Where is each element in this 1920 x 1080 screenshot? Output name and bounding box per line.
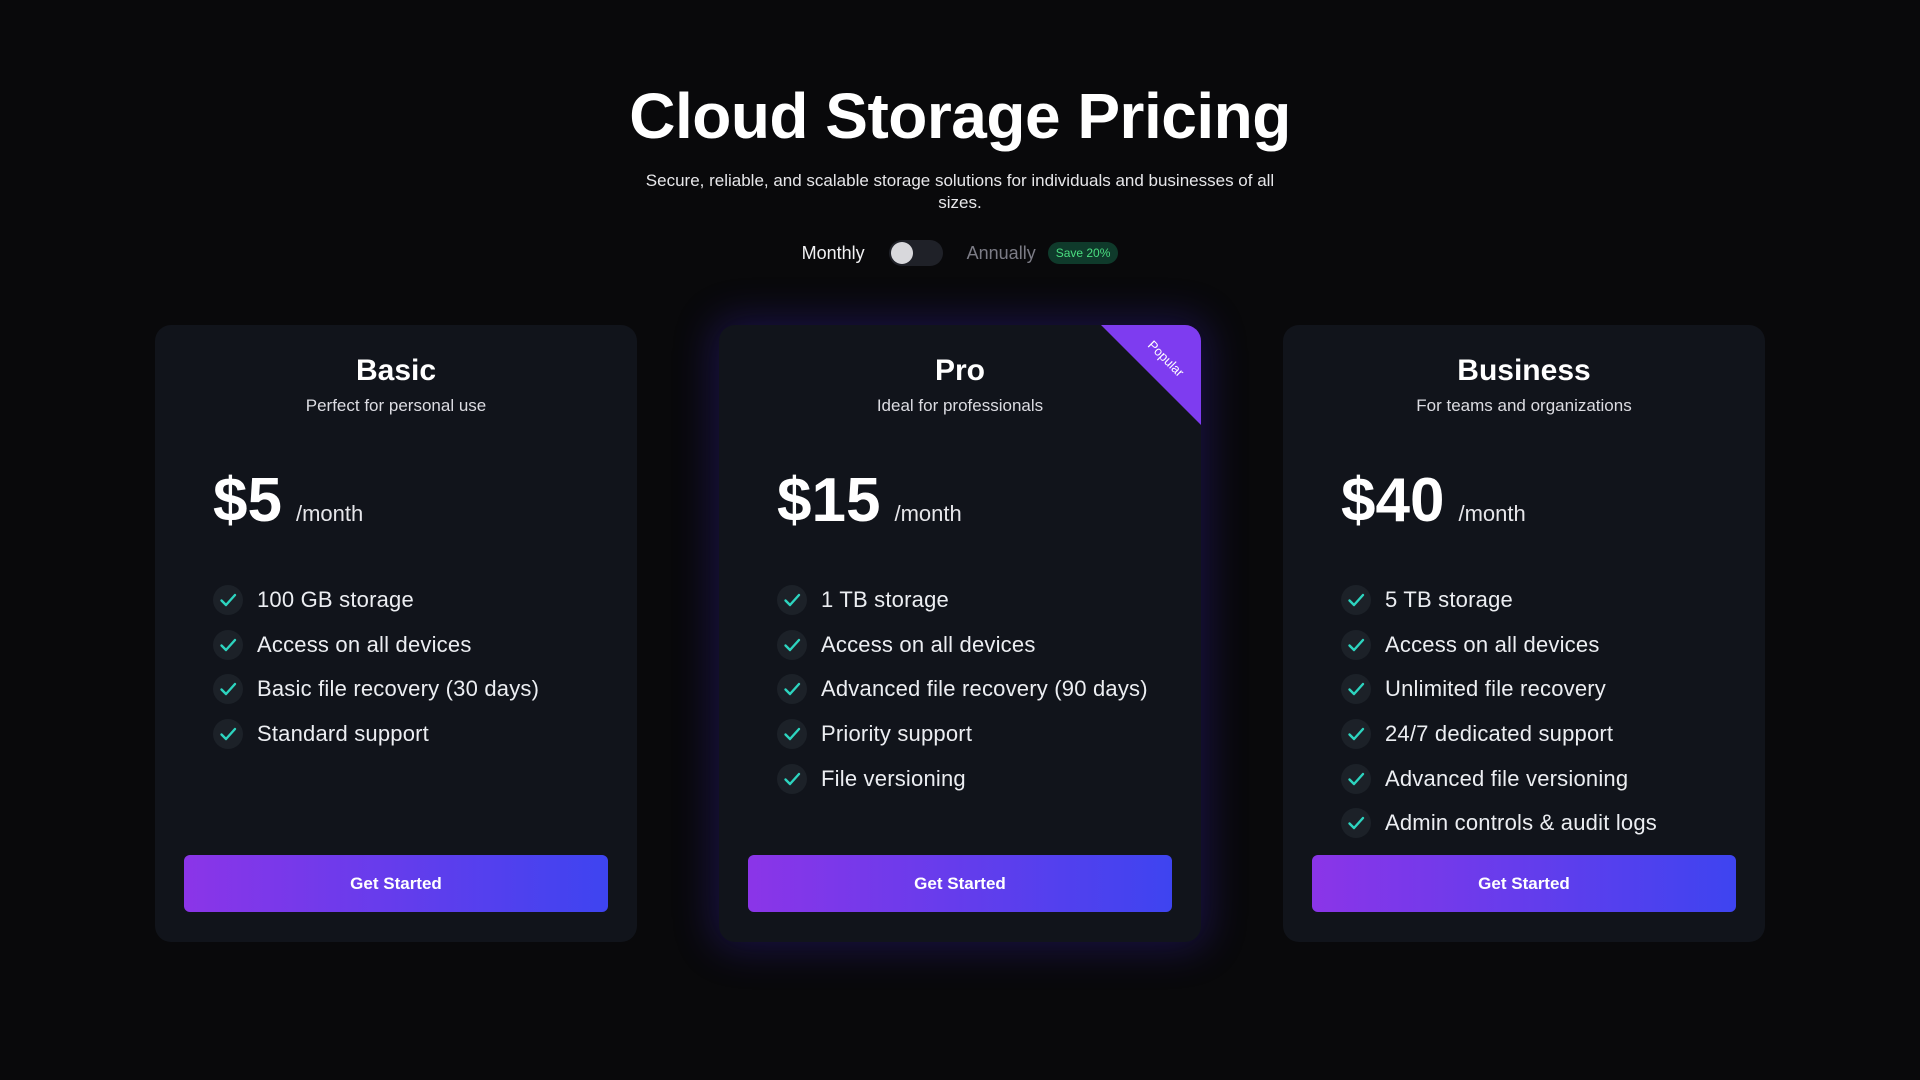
feature-text: 24/7 dedicated support	[1385, 721, 1614, 747]
feature-item: Advanced file recovery (90 days)	[777, 667, 1148, 712]
check-icon	[213, 719, 243, 750]
feature-item: Standard support	[213, 712, 539, 757]
feature-item: 100 GB storage	[213, 578, 539, 623]
plan-period: /month	[894, 501, 962, 526]
feature-item: Advanced file versioning	[1341, 756, 1657, 801]
feature-item: 24/7 dedicated support	[1341, 712, 1657, 757]
plan-description: Perfect for personal use	[305, 396, 487, 415]
plan-price-row: $15 /month	[777, 463, 962, 539]
plan-price-row: $5 /month	[213, 463, 363, 539]
check-icon	[1341, 629, 1371, 660]
check-icon	[213, 674, 243, 705]
get-started-button-pro[interactable]: Get Started	[748, 855, 1172, 912]
page-title: Cloud Storage Pricing	[629, 80, 1291, 152]
plan-period: /month	[295, 501, 364, 526]
check-icon	[213, 585, 243, 616]
page-header: Cloud Storage Pricing Secure, reliable, …	[0, 78, 1920, 214]
page-subtitle: Secure, reliable, and scalable storage s…	[645, 171, 1275, 212]
feature-item: Access on all devices	[777, 623, 1148, 668]
get-started-button-basic[interactable]: Get Started	[184, 855, 608, 912]
feature-item: Basic file recovery (30 days)	[213, 667, 539, 712]
feature-text: 5 TB storage	[1385, 587, 1513, 613]
check-icon	[777, 585, 807, 616]
check-icon	[1341, 719, 1371, 750]
billing-annually-label[interactable]: Annually	[967, 243, 1036, 264]
billing-toggle-knob	[890, 242, 913, 264]
feature-item: Access on all devices	[1341, 623, 1657, 668]
feature-item: Unlimited file recovery	[1341, 667, 1657, 712]
feature-item: 5 TB storage	[1341, 578, 1657, 623]
check-icon	[777, 719, 807, 750]
feature-text: 1 TB storage	[821, 587, 949, 613]
feature-text: Priority support	[821, 721, 973, 747]
plan-price-row: $40 /month	[1341, 463, 1526, 539]
check-icon	[1341, 763, 1371, 794]
plan-name: Business	[1457, 354, 1591, 387]
plan-price: $15	[777, 466, 881, 535]
check-icon	[213, 629, 243, 660]
plan-name: Pro	[934, 354, 985, 387]
feature-text: Admin controls & audit logs	[1385, 810, 1657, 836]
feature-text: Access on all devices	[1385, 631, 1600, 657]
plan-description: For teams and organizations	[1416, 396, 1632, 415]
billing-toggle[interactable]	[888, 240, 943, 266]
plan-card-business: Business For teams and organizations $40…	[1283, 325, 1765, 942]
check-icon	[1341, 585, 1371, 616]
check-icon	[777, 674, 807, 705]
save-badge: Save 20%	[1047, 242, 1119, 264]
feature-item: Priority support	[777, 712, 1148, 757]
feature-item: Access on all devices	[213, 623, 539, 668]
billing-toggle-group: Monthly Annually Save 20%	[0, 240, 1920, 266]
pricing-page: Cloud Storage Pricing Secure, reliable, …	[0, 0, 1920, 1080]
feature-item: 1 TB storage	[777, 578, 1148, 623]
check-icon	[777, 763, 807, 794]
get-started-button-business[interactable]: Get Started	[1312, 855, 1736, 912]
check-icon	[1341, 674, 1371, 705]
plan-description: Ideal for professionals	[876, 396, 1044, 415]
plan-card-basic: Basic Perfect for personal use $5 /month…	[155, 325, 637, 942]
check-icon	[777, 629, 807, 660]
feature-text: File versioning	[821, 765, 966, 791]
feature-text: Access on all devices	[821, 631, 1036, 657]
billing-monthly-label[interactable]: Monthly	[802, 243, 865, 264]
plan-price: $5	[213, 466, 282, 535]
feature-list: 1 TB storage Access on all devices Advance…	[777, 578, 1148, 801]
feature-text: Advanced file recovery (90 days)	[821, 676, 1148, 702]
plan-period: /month	[1458, 501, 1526, 526]
feature-text: 100 GB storage	[257, 587, 414, 613]
feature-text: Standard support	[257, 721, 429, 747]
feature-list: 5 TB storage Access on all devices Unlimit…	[1341, 578, 1657, 846]
feature-text: Advanced file versioning	[1385, 765, 1629, 791]
feature-item: File versioning	[777, 756, 1148, 801]
feature-text: Access on all devices	[257, 631, 472, 657]
check-icon	[1341, 808, 1371, 839]
pricing-cards: Basic Perfect for personal use $5 /month…	[155, 325, 1765, 942]
plan-name: Basic	[355, 354, 437, 387]
plan-card-pro: Popular Pro Ideal for professionals $15 …	[719, 325, 1201, 942]
plan-price: $40	[1341, 466, 1445, 535]
feature-list: 100 GB storage Access on all devices Basic…	[213, 578, 539, 756]
feature-text: Basic file recovery (30 days)	[257, 676, 540, 702]
feature-text: Unlimited file recovery	[1385, 676, 1607, 702]
feature-item: Admin controls & audit logs	[1341, 801, 1657, 846]
